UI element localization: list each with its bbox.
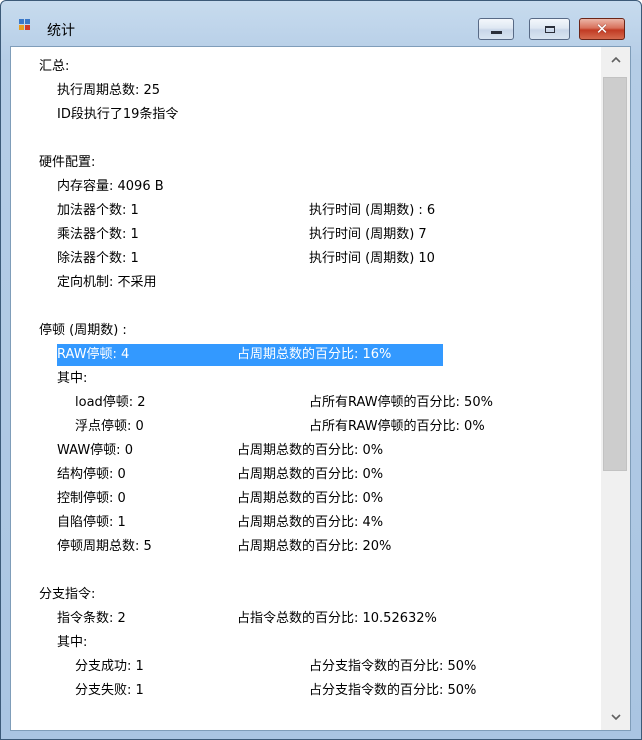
raw-among-label: 其中: (57, 371, 88, 386)
scroll-down-button[interactable] (601, 704, 630, 730)
app-window-icon (19, 19, 33, 31)
stall-header: 停顿 (周期数) : (39, 323, 127, 338)
id-stage-instructions: ID段执行了19条指令 (57, 107, 179, 122)
load-stall: load停顿: 2 (75, 395, 146, 410)
raw-stall-selected-line[interactable]: RAW停顿: 4 占周期总数的百分比: 16% (57, 344, 443, 366)
total-stall-percent: 占周期总数的百分比: 20% (237, 539, 392, 554)
forwarding-mechanism: 定向机制: 不采用 (57, 275, 157, 290)
waw-stall-percent: 占周期总数的百分比: 0% (237, 443, 384, 458)
statistics-textbox[interactable]: 汇总: 执行周期总数: 25 ID段执行了19条指令 硬件配置: 内存容量: 4… (10, 46, 631, 731)
fp-stall-percent: 占所有RAW停顿的百分比: 0% (309, 419, 485, 434)
structural-stall: 结构停顿: 0 (57, 467, 126, 482)
statistics-text[interactable]: 汇总: 执行周期总数: 25 ID段执行了19条指令 硬件配置: 内存容量: 4… (11, 47, 601, 730)
hardware-header: 硬件配置: (39, 155, 96, 170)
branch-not-taken-percent: 占分支指令数的百分比: 50% (309, 683, 477, 698)
vertical-scrollbar[interactable] (601, 47, 630, 730)
trap-stall: 自陷停顿: 1 (57, 515, 126, 530)
branch-not-taken: 分支失败: 1 (75, 683, 144, 698)
multiplier-exec-time: 执行时间 (周期数) 7 (309, 227, 427, 242)
adder-exec-time: 执行时间 (周期数) : 6 (309, 203, 436, 218)
branch-among-label: 其中: (57, 635, 88, 650)
raw-stall-percent: 占周期总数的百分比: 16% (237, 347, 392, 362)
load-stall-percent: 占所有RAW停顿的百分比: 50% (309, 395, 493, 410)
branch-taken: 分支成功: 1 (75, 659, 144, 674)
scroll-up-button[interactable] (601, 47, 630, 73)
window-title: 统计 (47, 23, 75, 39)
structural-stall-percent: 占周期总数的百分比: 0% (237, 467, 384, 482)
control-stall: 控制停顿: 0 (57, 491, 126, 506)
branch-header: 分支指令: (39, 587, 96, 602)
raw-stall: RAW停顿: 4 (57, 347, 130, 362)
branch-instruction-count: 指令条数: 2 (57, 611, 126, 626)
trap-stall-percent: 占周期总数的百分比: 4% (237, 515, 384, 530)
total-stall-cycles: 停顿周期总数: 5 (57, 539, 152, 554)
memory-capacity: 内存容量: 4096 B (57, 179, 164, 194)
statistics-window: 统计 ✕ 汇总: 执行周期总数: 25 ID段执行了19条指令 硬件配置: 内存… (0, 0, 642, 740)
control-stall-percent: 占周期总数的百分比: 0% (237, 491, 384, 506)
chevron-up-icon (610, 57, 621, 63)
summary-header: 汇总: (39, 59, 70, 74)
divider-exec-time: 执行时间 (周期数) 10 (309, 251, 435, 266)
branch-instruction-percent: 占指令总数的百分比: 10.52632% (237, 611, 437, 626)
scroll-thumb[interactable] (603, 77, 627, 471)
divider-count: 除法器个数: 1 (57, 251, 139, 266)
branch-taken-percent: 占分支指令数的百分比: 50% (309, 659, 477, 674)
maximize-icon (544, 25, 555, 33)
title-bar[interactable]: 统计 ✕ (1, 1, 641, 40)
chevron-down-icon (610, 714, 621, 720)
fp-stall: 浮点停顿: 0 (75, 419, 144, 434)
total-cycles: 执行周期总数: 25 (57, 83, 161, 98)
waw-stall: WAW停顿: 0 (57, 443, 133, 458)
minimize-icon (490, 31, 502, 34)
minimize-button[interactable] (478, 18, 514, 40)
adder-count: 加法器个数: 1 (57, 203, 139, 218)
close-button[interactable]: ✕ (579, 18, 625, 40)
multiplier-count: 乘法器个数: 1 (57, 227, 139, 242)
maximize-button[interactable] (529, 18, 570, 40)
close-icon: ✕ (595, 19, 609, 38)
